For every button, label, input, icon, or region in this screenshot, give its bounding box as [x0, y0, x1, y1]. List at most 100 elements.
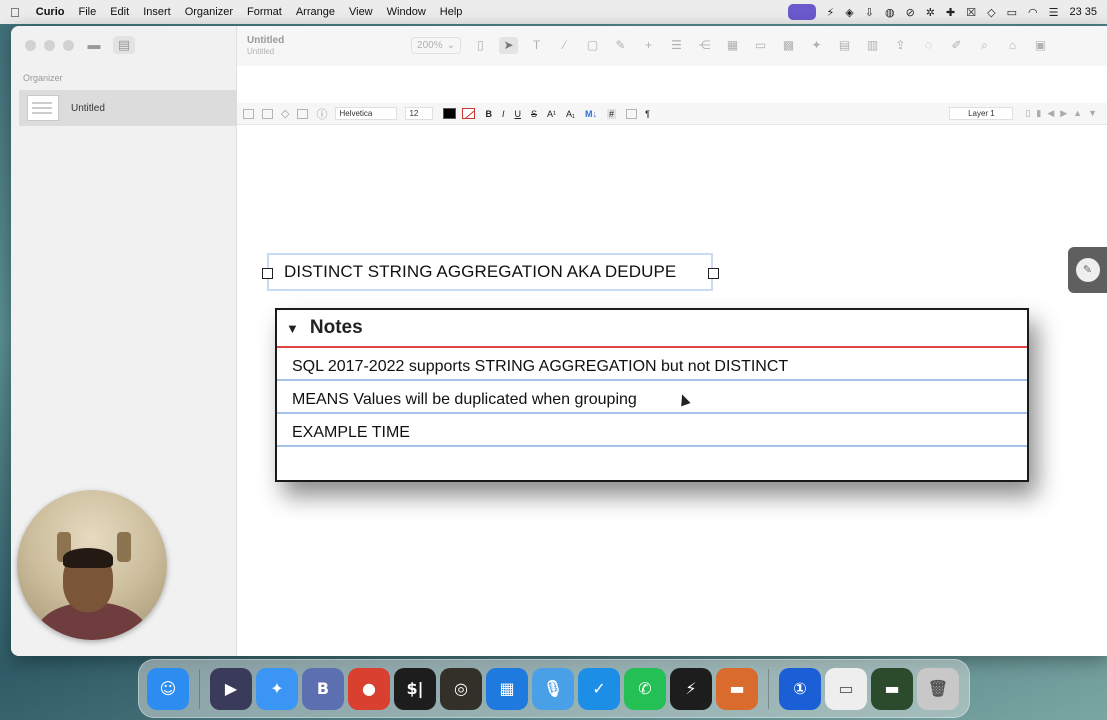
italic-button[interactable]: I: [502, 109, 505, 119]
shadow-icon[interactable]: [626, 108, 638, 119]
shield-icon[interactable]: ◈: [845, 6, 853, 19]
list-item[interactable]: MEANS Values will be duplicated when gro…: [277, 381, 1027, 414]
search-icon[interactable]: ⌕: [975, 37, 994, 54]
underline-button[interactable]: U: [514, 109, 521, 119]
album-icon[interactable]: ▤: [835, 37, 854, 54]
mind-map-icon[interactable]: ⋲: [695, 37, 714, 54]
compass-icon[interactable]: ⊘: [906, 6, 915, 19]
stack-1-icon[interactable]: ▭: [825, 667, 867, 710]
text-tool-icon[interactable]: T: [527, 37, 546, 54]
page-icon[interactable]: ▯: [471, 37, 490, 54]
pen-tool-icon[interactable]: ✎: [611, 37, 630, 54]
bolt-icon[interactable]: ⚡: [827, 6, 835, 19]
list-icon[interactable]: ☰: [667, 37, 686, 54]
chrome-icon[interactable]: ●: [348, 667, 390, 710]
menu-arrange[interactable]: Arrange: [296, 6, 335, 18]
list-item[interactable]: EXAMPLE TIME: [277, 414, 1027, 447]
menu-window[interactable]: Window: [387, 6, 426, 18]
share-icon[interactable]: ⇪: [891, 37, 910, 54]
organizer-item-untitled[interactable]: Untitled: [19, 90, 237, 126]
bookmark-icon[interactable]: ▮: [1036, 108, 1041, 119]
menu-format[interactable]: Format: [247, 6, 282, 18]
list-item[interactable]: [277, 447, 1027, 480]
close-window-button[interactable]: [25, 40, 36, 51]
menu-insert[interactable]: Insert: [143, 6, 171, 18]
folder-icon[interactable]: ▬: [83, 36, 105, 54]
inspector-icon[interactable]: ▣: [1031, 37, 1050, 54]
menu-view[interactable]: View: [349, 6, 373, 18]
heading-text[interactable]: DISTINCT STRING AGGREGATION AKA DEDUPE: [284, 262, 676, 282]
stack-2-icon[interactable]: ▬: [871, 667, 913, 710]
bold-button[interactable]: B: [485, 109, 492, 119]
minimize-window-button[interactable]: [44, 40, 55, 51]
info-icon[interactable]: ⓘ: [316, 106, 327, 122]
safari-icon[interactable]: ✦: [256, 667, 298, 710]
app-7-icon[interactable]: ◎: [440, 667, 482, 710]
strikethrough-button[interactable]: S: [531, 109, 537, 119]
index-card-icon[interactable]: ▭: [751, 37, 770, 54]
notes-title[interactable]: Notes: [310, 317, 363, 339]
arrow-down-icon[interactable]: ▼: [1088, 108, 1097, 119]
gear-icon[interactable]: ✲: [926, 6, 935, 19]
wifi-icon[interactable]: ◠: [1028, 6, 1038, 19]
table-icon[interactable]: ▦: [723, 37, 742, 54]
app-13-icon[interactable]: ▬: [716, 667, 758, 710]
pin-icon[interactable]: ✚: [946, 6, 955, 19]
tag-icon[interactable]: ◇: [987, 6, 995, 19]
layer-select[interactable]: Layer 1: [949, 107, 1014, 120]
zoom-window-button[interactable]: [63, 40, 74, 51]
menu-curio[interactable]: Curio: [36, 6, 65, 18]
stack-icon[interactable]: ▥: [863, 37, 882, 54]
resize-handle-left[interactable]: [262, 268, 273, 279]
line-tool-icon[interactable]: ⁄: [555, 37, 574, 54]
list-item[interactable]: SQL 2017-2022 supports STRING AGGREGATIO…: [277, 348, 1027, 381]
whatsapp-icon[interactable]: ✆: [624, 667, 666, 710]
font-size-field[interactable]: 12: [405, 107, 434, 120]
notes-header[interactable]: ▼ Notes: [277, 310, 1027, 348]
pilcrow-button[interactable]: ¶: [645, 109, 650, 119]
finder-icon[interactable]: ☺: [147, 667, 189, 710]
frame-icon[interactable]: [262, 108, 273, 119]
apple-logo-icon[interactable]: : [10, 5, 20, 20]
superscript-button[interactable]: A¹: [547, 109, 556, 119]
menubar-clock[interactable]: 23 35: [1069, 6, 1097, 18]
right-panel-tab[interactable]: ✎: [1068, 247, 1107, 293]
pin-tool-icon[interactable]: ✦: [807, 37, 826, 54]
pointer-tool-icon[interactable]: ➤: [499, 37, 518, 54]
app-8-icon[interactable]: ▦: [486, 667, 528, 710]
screen-record-icon[interactable]: [787, 4, 816, 20]
hashtag-button[interactable]: #: [607, 108, 617, 119]
markdown-button[interactable]: M↓: [585, 109, 597, 119]
terminal-icon[interactable]: $|: [394, 667, 436, 710]
menu-help[interactable]: Help: [440, 6, 463, 18]
globe-icon[interactable]: ◍: [885, 6, 895, 19]
close-box-icon[interactable]: ☒: [966, 6, 976, 19]
idea-space-canvas[interactable]: DISTINCT STRING AGGREGATION AKA DEDUPE ▼…: [237, 126, 1107, 656]
trash-icon[interactable]: 🗑: [917, 667, 959, 710]
add-icon[interactable]: +: [639, 37, 658, 54]
bbedit-icon[interactable]: B: [302, 667, 344, 710]
shape-tool-icon[interactable]: ▢: [583, 37, 602, 54]
grid-icon[interactable]: ▩: [779, 37, 798, 54]
control-center-icon[interactable]: ☰: [1049, 6, 1059, 19]
menu-edit[interactable]: Edit: [110, 6, 129, 18]
arrow-left-icon[interactable]: ◀: [1047, 108, 1054, 119]
app-12-icon[interactable]: ⚡: [670, 667, 712, 710]
app-9-icon[interactable]: 🎙: [532, 667, 574, 710]
arrow-up-icon[interactable]: ▲: [1073, 108, 1082, 119]
library-icon[interactable]: ⌂: [1003, 37, 1022, 54]
battery-icon[interactable]: ▭: [1007, 6, 1017, 19]
idea-icon[interactable]: ◌: [919, 37, 938, 54]
split-view-icon[interactable]: ▯: [1025, 108, 1030, 119]
font-family-field[interactable]: Helvetica: [335, 107, 398, 120]
notes-list-figure[interactable]: ▼ Notes SQL 2017-2022 supports STRING AG…: [275, 308, 1029, 482]
menu-file[interactable]: File: [78, 6, 96, 18]
app-2-icon[interactable]: ▶: [210, 667, 252, 710]
heading-figure[interactable]: DISTINCT STRING AGGREGATION AKA DEDUPE: [262, 253, 719, 291]
download-icon[interactable]: ⇩: [865, 6, 874, 19]
disclosure-triangle-icon[interactable]: ▼: [286, 321, 299, 336]
brush-icon[interactable]: ✐: [947, 37, 966, 54]
view-mode-icon[interactable]: [243, 108, 254, 119]
zoom-select[interactable]: 200% ⌄: [411, 37, 461, 54]
arrow-right-icon[interactable]: ▶: [1060, 108, 1067, 119]
